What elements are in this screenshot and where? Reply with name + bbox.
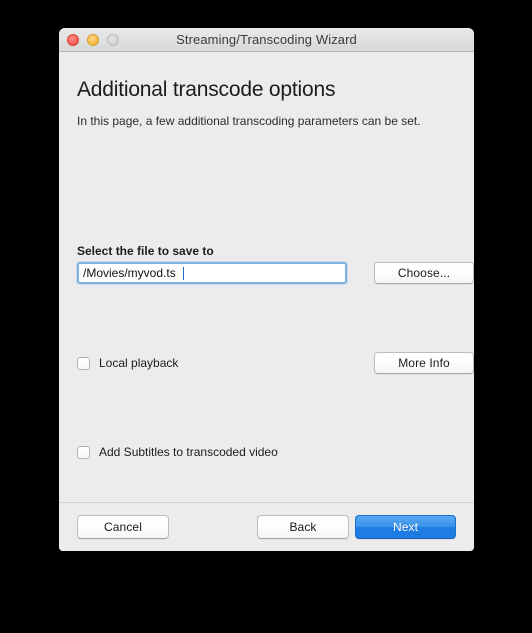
minimize-icon[interactable] — [87, 33, 99, 46]
local-playback-label: Local playback — [99, 356, 179, 370]
window-title: Streaming/Transcoding Wizard — [176, 32, 357, 47]
zoom-icon — [107, 33, 119, 46]
desktop-background: Streaming/Transcoding Wizard Additional … — [0, 0, 532, 633]
page-subtitle: In this page, a few additional transcodi… — [77, 114, 421, 128]
local-playback-checkbox[interactable] — [77, 356, 90, 370]
wizard-window: Streaming/Transcoding Wizard Additional … — [59, 28, 474, 551]
choose-file-button[interactable]: Choose... — [374, 262, 474, 284]
wizard-footer: Cancel Back Next — [59, 502, 474, 551]
window-titlebar[interactable]: Streaming/Transcoding Wizard — [59, 28, 474, 52]
save-path-input[interactable] — [79, 264, 345, 282]
back-button[interactable]: Back — [257, 515, 349, 539]
local-playback-row[interactable]: Local playback More Info — [77, 352, 474, 374]
wizard-content: Additional transcode options In this pag… — [59, 52, 474, 502]
close-icon[interactable] — [67, 33, 79, 46]
save-path-field[interactable] — [77, 262, 347, 284]
add-subtitles-label: Add Subtitles to transcoded video — [99, 445, 278, 459]
cancel-button[interactable]: Cancel — [77, 515, 169, 539]
save-file-label: Select the file to save to — [77, 244, 214, 258]
more-info-button[interactable]: More Info — [374, 352, 474, 374]
next-button[interactable]: Next — [355, 515, 456, 539]
add-subtitles-row[interactable]: Add Subtitles to transcoded video — [77, 443, 456, 461]
save-file-row: Choose... — [77, 262, 474, 284]
page-title: Additional transcode options — [77, 78, 336, 101]
add-subtitles-checkbox[interactable] — [77, 445, 90, 459]
text-caret — [183, 267, 184, 280]
window-controls — [67, 28, 119, 51]
